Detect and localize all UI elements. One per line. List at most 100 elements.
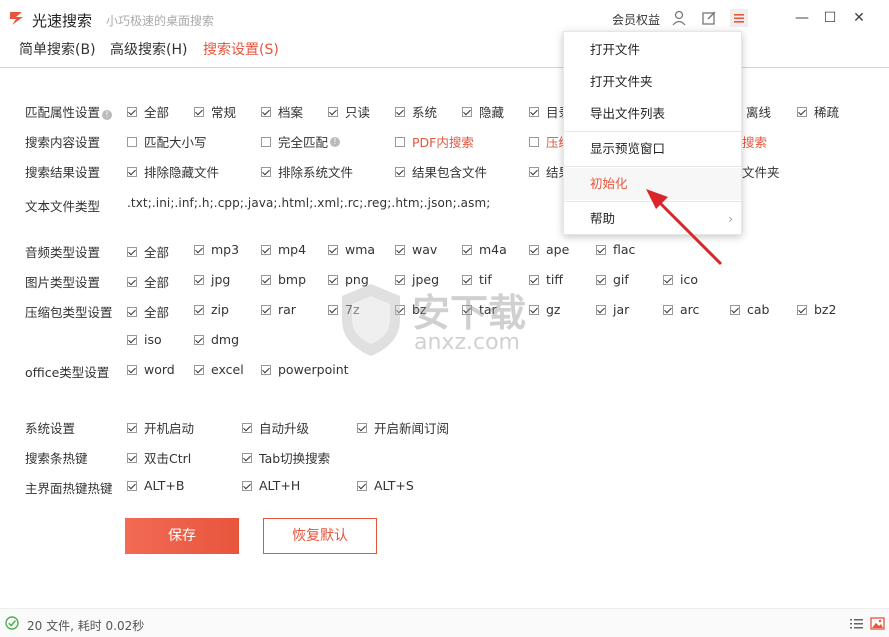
archive-bz2-checkbox[interactable]: bz2 [797,302,836,317]
app-logo-icon [10,12,23,25]
content-search-partial[interactable]: 搜索 [742,132,767,151]
alt-b-checkbox[interactable]: ALT+B [127,478,184,493]
match-attr-readonly-checkbox[interactable]: 只读 [328,102,370,121]
title-bar: 光速搜索 小巧极速的桌面搜索 会员权益 — ☐ ✕ [0,0,889,36]
list-view-icon[interactable] [849,616,864,631]
autostart-checkbox[interactable]: 开机启动 [127,418,194,437]
office-types-label: office类型设置 [25,365,110,380]
menu-separator [564,201,741,202]
audio-mp3-checkbox[interactable]: mp3 [194,242,239,257]
archive-jar-checkbox[interactable]: jar [596,302,629,317]
close-button[interactable]: ✕ [849,8,869,28]
office-word-checkbox[interactable]: word [127,362,175,377]
status-bar: 20 文件, 耗时 0.02秒 [0,608,889,637]
news-subscribe-checkbox[interactable]: 开启新闻订阅 [357,418,449,437]
app-title: 光速搜索 [32,12,93,30]
menu-export-list[interactable]: 导出文件列表 [564,98,741,130]
autoupdate-checkbox[interactable]: 自动升级 [242,418,309,437]
match-attr-system-checkbox[interactable]: 系统 [395,102,437,121]
search-result-label: 搜索结果设置 [25,165,101,180]
audio-m4a-checkbox[interactable]: m4a [462,242,507,257]
text-types-value[interactable]: .txt;.ini;.inf;.h;.cpp;.java;.html;.xml;… [127,196,490,210]
match-attr-normal-checkbox[interactable]: 常规 [194,102,236,121]
edit-icon[interactable] [700,9,718,27]
main-menu-dropdown: 打开文件 打开文件夹 导出文件列表 显示预览窗口 初始化 帮助 › [563,31,742,235]
system-label: 系统设置 [25,421,76,436]
watermark-text-en: anxz.com [414,330,520,355]
menu-icon[interactable] [730,9,748,27]
info-icon: ! [102,110,113,120]
audio-flac-checkbox[interactable]: flac [596,242,635,257]
menu-separator [564,131,741,132]
archive-zip-checkbox[interactable]: zip [194,302,229,317]
archive-iso-checkbox[interactable]: iso [127,332,162,347]
match-attr-offline-checkbox[interactable]: 离线 [746,102,771,121]
include-folder-partial[interactable]: 文件夹 [742,162,780,181]
thumbnail-view-icon[interactable] [870,616,885,631]
audio-all-checkbox[interactable]: 全部 [127,242,169,261]
check-circle-icon [5,616,19,630]
text-types-label: 文本文件类型 [25,199,101,214]
menu-open-file[interactable]: 打开文件 [564,34,741,66]
menu-help[interactable]: 帮助 › [564,203,741,235]
save-button[interactable]: 保存 [125,518,239,554]
audio-wav-checkbox[interactable]: wav [395,242,437,257]
search-content-label: 搜索内容设置 [25,135,101,150]
include-files-checkbox[interactable]: 结果包含文件 [395,162,487,181]
app-subtitle: 小巧极速的桌面搜索 [106,14,215,28]
image-ico-checkbox[interactable]: ico [663,272,698,287]
image-types-label: 图片类型设置 [25,275,101,290]
image-bmp-checkbox[interactable]: bmp [261,272,306,287]
exact-match-checkbox[interactable]: 完全匹配! [261,132,341,151]
member-benefits-link[interactable]: 会员权益 [612,11,660,28]
image-gif-checkbox[interactable]: gif [596,272,629,287]
user-icon[interactable] [670,9,688,27]
pdf-search-checkbox[interactable]: PDF内搜索 [395,132,474,151]
alt-s-checkbox[interactable]: ALT+S [357,478,414,493]
audio-ape-checkbox[interactable]: ape [529,242,569,257]
archive-all-checkbox[interactable]: 全部 [127,302,169,321]
shield-icon [342,284,400,356]
match-attr-sparse-checkbox[interactable]: 稀疏 [797,102,839,121]
office-excel-checkbox[interactable]: excel [194,362,244,377]
match-attr-archive-checkbox[interactable]: 档案 [261,102,303,121]
tab-advanced-search[interactable]: 高级搜索(H) [110,39,187,59]
search-hotkey-label: 搜索条热键 [25,451,88,466]
tab-simple-search[interactable]: 简单搜索(B) [19,39,96,59]
chevron-right-icon: › [728,212,733,226]
match-attr-all-checkbox[interactable]: 全部 [127,102,169,121]
watermark-text-cn: 安下载 [412,291,527,335]
minimize-button[interactable]: — [792,8,812,28]
tab-switch-checkbox[interactable]: Tab切换搜索 [242,448,330,467]
menu-show-preview[interactable]: 显示预览窗口 [564,133,741,165]
image-jpg-checkbox[interactable]: jpg [194,272,230,287]
archive-dmg-checkbox[interactable]: dmg [194,332,239,347]
menu-open-folder[interactable]: 打开文件夹 [564,66,741,98]
audio-wma-checkbox[interactable]: wma [328,242,375,257]
archive-rar-checkbox[interactable]: rar [261,302,296,317]
tab-search-settings[interactable]: 搜索设置(S) [203,39,279,59]
audio-mp4-checkbox[interactable]: mp4 [261,242,306,257]
audio-types-label: 音频类型设置 [25,245,101,260]
archive-types-label: 压缩包类型设置 [25,305,113,320]
archive-arc-checkbox[interactable]: arc [663,302,699,317]
maximize-button[interactable]: ☐ [820,8,840,28]
double-ctrl-checkbox[interactable]: 双击Ctrl [127,448,191,467]
archive-cab-checkbox[interactable]: cab [730,302,769,317]
info-icon: ! [330,136,341,147]
alt-h-checkbox[interactable]: ALT+H [242,478,300,493]
match-attr-label: 匹配属性设置! [25,102,113,121]
menu-separator [564,166,741,167]
office-powerpoint-checkbox[interactable]: powerpoint [261,362,349,377]
match-case-checkbox[interactable]: 匹配大小写 [127,132,207,151]
image-all-checkbox[interactable]: 全部 [127,272,169,291]
exclude-hidden-checkbox[interactable]: 排除隐藏文件 [127,162,219,181]
main-hotkey-label: 主界面热键热键 [25,481,113,496]
exclude-system-checkbox[interactable]: 排除系统文件 [261,162,353,181]
restore-defaults-button[interactable]: 恢复默认 [263,518,377,554]
match-attr-hidden-checkbox[interactable]: 隐藏 [462,102,504,121]
watermark: 安下载 anxz.com [336,280,556,360]
menu-initialize[interactable]: 初始化 [564,168,741,200]
main-tabs: 简单搜索(B) 高级搜索(H) 搜索设置(S) [0,36,889,68]
status-text: 20 文件, 耗时 0.02秒 [27,619,145,633]
